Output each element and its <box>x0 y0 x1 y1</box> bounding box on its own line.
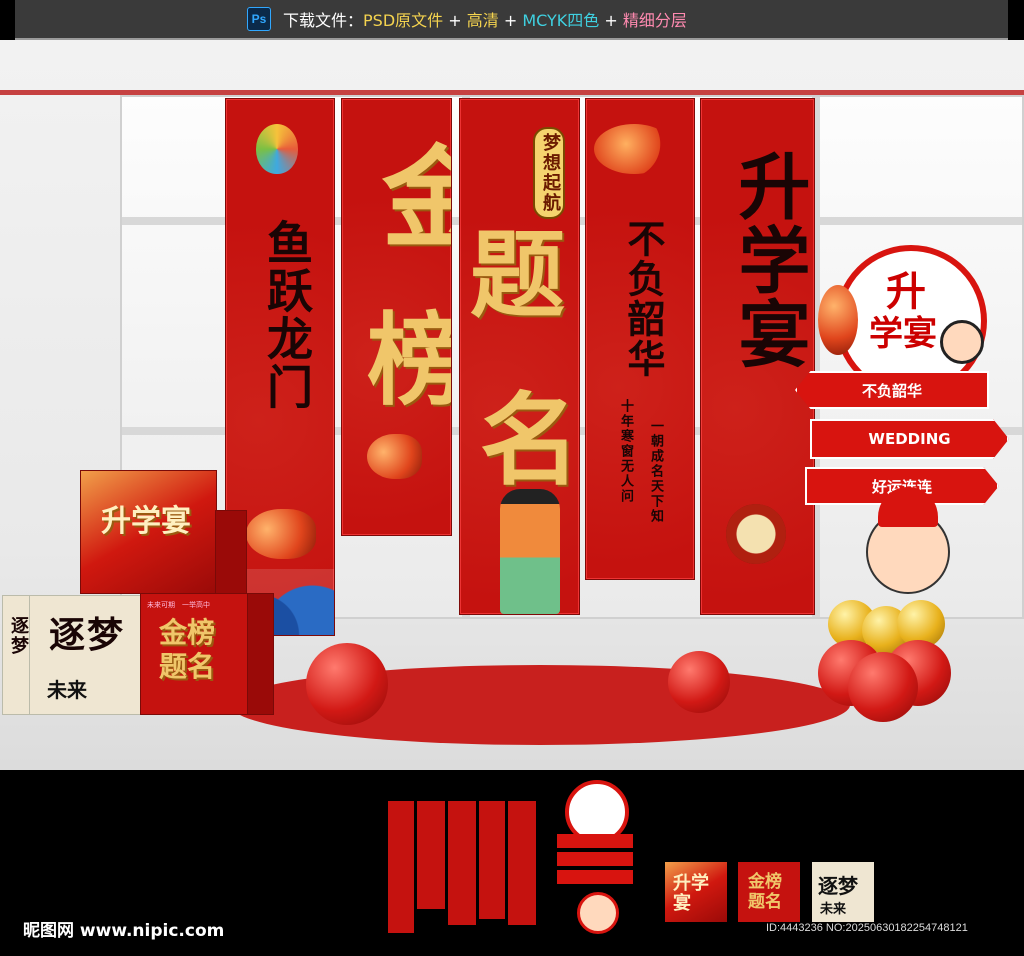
psd-label: PSD原文件 <box>363 11 444 30</box>
plus-sign: + <box>443 11 467 30</box>
cartoon-child-icon <box>940 320 984 364</box>
thumb-sign-arrow <box>557 870 633 884</box>
scene-render: 鱼跃龙门 金 榜 梦想起航 题 名 不负韶华 十年寒窗无人问 一朝成名天下知 升… <box>0 40 1024 770</box>
gift-box-dream-side-text: 逐梦 <box>8 616 29 656</box>
koi-fish-icon <box>367 434 422 479</box>
gift-box-red-side <box>215 510 247 594</box>
hot-air-balloon-icon <box>256 124 298 174</box>
banner-youth: 不负韶华 十年寒窗无人问 一朝成名天下知 <box>585 98 695 580</box>
goldfish-icon <box>594 124 674 174</box>
download-info-text: 下载文件：PSD原文件 + 高清 + MCYK四色 + 精细分层 <box>283 7 687 31</box>
thumb-sign-arrow <box>557 852 633 866</box>
koi-fish-icon <box>246 509 316 559</box>
thumb-box-banquet-text: 升学宴 <box>673 873 709 914</box>
ceiling-rail <box>0 90 1024 95</box>
plus-sign: + <box>498 11 523 30</box>
drum-icon <box>726 504 786 564</box>
signboard-title-bottom: 学宴 <box>869 314 937 354</box>
site-watermark: 昵图网 www.nipic.com <box>23 921 225 941</box>
banner-gold-char-3: 题 <box>470 220 566 331</box>
thumb-banner <box>479 801 505 919</box>
banner-golden-list: 金 榜 <box>341 98 452 536</box>
banner-gold-char-1: 金 <box>382 109 451 269</box>
koi-fish-icon <box>818 285 858 355</box>
red-floor-ball <box>306 643 388 725</box>
gift-box-small-text: 未来可期 一举高中 <box>147 601 210 609</box>
download-prefix: 下载文件： <box>283 11 364 30</box>
thumb-banner <box>508 801 536 925</box>
student-figure <box>500 489 560 614</box>
gift-box-dream-sub: 未来 <box>47 678 87 702</box>
plus-sign: + <box>599 11 623 30</box>
gift-box-golden-list: 未来可期 一举高中 金榜题名 <box>140 593 249 715</box>
layers-label: 精细分层 <box>622 11 687 30</box>
red-balloon <box>848 652 918 722</box>
footer-watermark: 昵图网 www.nipic.com ID:4443236 NO:20250630… <box>0 910 1024 956</box>
gift-box-golden-list-text: 金榜题名 <box>159 616 216 683</box>
poem-line-1: 十年寒窗无人问 <box>618 399 633 504</box>
thumb-box-dream-text: 逐梦 <box>818 874 858 898</box>
thumb-box-golden-list-text: 金榜题名 <box>748 872 782 912</box>
image-id: ID:4443236 NO:20250630182254748121 <box>766 922 968 934</box>
sign-arrow-wedding: WEDDING <box>810 419 1009 459</box>
red-floor-ball <box>668 651 730 713</box>
cmyk-label: MCYK四色 <box>522 11 600 30</box>
banner-gold-char-4: 名 <box>480 381 580 499</box>
sign-arrow-youth: 不负韶华 <box>795 371 989 409</box>
photoshop-icon: Ps <box>247 7 271 31</box>
gift-box-banquet: 升学宴 <box>80 470 217 594</box>
gift-box-dream-text: 逐梦 <box>49 614 126 656</box>
gift-box-banquet-text: 升学宴 <box>101 504 191 539</box>
banner-fish-leap-text: 鱼跃龙门 <box>260 219 314 411</box>
thumb-sign-arrow <box>557 834 633 848</box>
poem-line-2: 一朝成名天下知 <box>648 419 663 524</box>
thumb-banner <box>417 801 445 909</box>
thumb-banner <box>448 801 476 925</box>
download-info-bar: Ps 下载文件：PSD原文件 + 高清 + MCYK四色 + 精细分层 <box>15 0 1008 40</box>
gift-box-golden-list-side <box>247 593 274 715</box>
cartoon-scholar-figure <box>866 487 950 594</box>
hd-label: 高清 <box>466 11 499 30</box>
gift-box-dream-side: 逐梦 <box>2 595 30 715</box>
banner-youth-text: 不负韶华 <box>621 219 666 379</box>
banner-title-name: 梦想起航 题 名 <box>459 98 580 615</box>
gift-box-dream: 逐梦 未来 <box>28 595 142 715</box>
banner-gold-char-2: 榜 <box>367 279 451 424</box>
